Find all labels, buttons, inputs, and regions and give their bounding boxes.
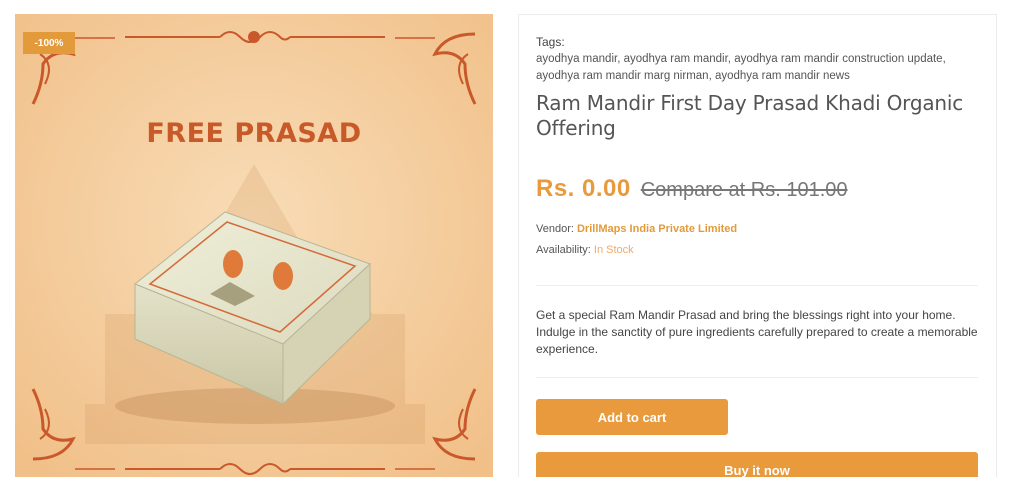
product-description: Get a special Ram Mandir Prasad and brin… bbox=[536, 308, 978, 356]
divider bbox=[536, 377, 978, 378]
tag-separator: , bbox=[942, 53, 946, 65]
tag-link[interactable]: ayodhya ram mandir bbox=[624, 53, 728, 65]
product-image-artwork bbox=[15, 14, 493, 477]
product-title: Ram Mandir First Day Prasad Khadi Organi… bbox=[536, 91, 964, 140]
availability-label: Availability: bbox=[536, 244, 591, 256]
current-price: Rs. 0.00 bbox=[536, 175, 631, 202]
image-headline: FREE PRASAD bbox=[146, 118, 362, 149]
tags-list: ayodhya mandir, ayodhya ram mandir, ayod… bbox=[536, 51, 978, 85]
tag-link[interactable]: ayodhya ram mandir news bbox=[715, 70, 850, 82]
price-row: Rs. 0.00 Compare at Rs. 101.00 bbox=[536, 175, 848, 203]
product-image[interactable]: -100% FREE PRASAD bbox=[15, 14, 493, 477]
vendor-row: Vendor: DrillMaps India Private Limited bbox=[536, 223, 737, 235]
tags-label: Tags: bbox=[536, 35, 565, 49]
product-info-panel: Tags: ayodhya mandir, ayodhya ram mandir… bbox=[518, 14, 997, 477]
tag-link[interactable]: ayodhya ram mandir marg nirman bbox=[536, 70, 709, 82]
availability-status: In Stock bbox=[593, 244, 634, 256]
tag-link[interactable]: ayodhya mandir bbox=[536, 53, 617, 65]
compare-price: Compare at Rs. 101.00 bbox=[640, 179, 848, 201]
add-to-cart-button[interactable]: Add to cart bbox=[536, 399, 728, 435]
discount-badge: -100% bbox=[23, 32, 75, 54]
availability-row: Availability: In Stock bbox=[536, 244, 634, 256]
buy-now-button[interactable]: Buy it now bbox=[536, 452, 978, 477]
tag-link[interactable]: ayodhya ram mandir construction update bbox=[734, 53, 942, 65]
vendor-label: Vendor: bbox=[536, 223, 574, 235]
vendor-link[interactable]: DrillMaps India Private Limited bbox=[577, 223, 737, 235]
divider bbox=[536, 285, 978, 286]
